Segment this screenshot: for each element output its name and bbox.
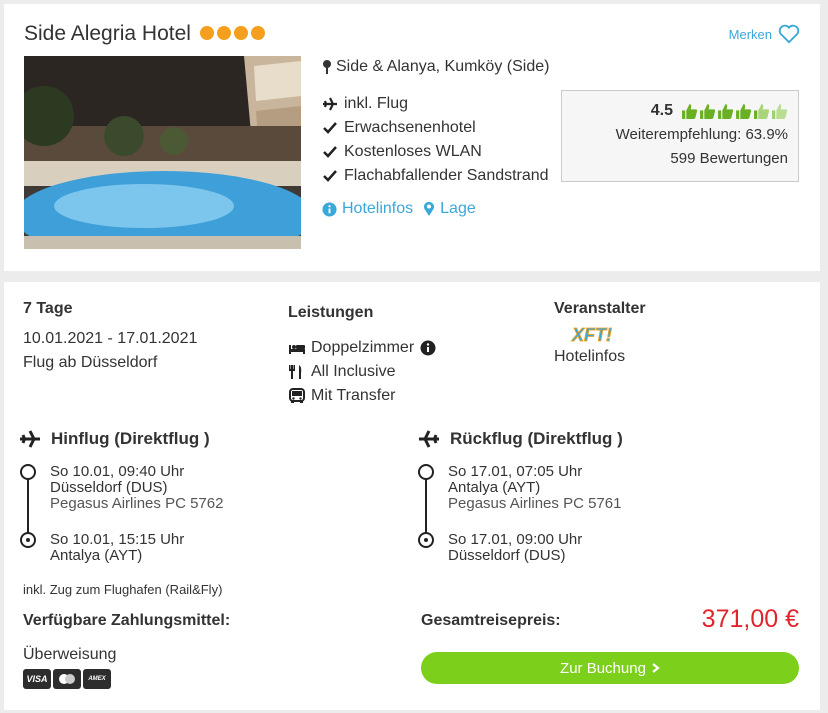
mastercard-icon: [53, 669, 81, 689]
rating-score: 4.5: [650, 102, 673, 119]
veranstalter-logo: XFT!: [571, 325, 613, 346]
feature-item: Erwachsenenhotel: [322, 116, 549, 140]
thumb-up-icon: [736, 103, 752, 119]
hotel-links: Hotelinfos Lage: [322, 200, 476, 218]
location-text: Side & Alanya, Kumköy (Side): [336, 58, 550, 75]
info-icon: [322, 201, 337, 217]
check-icon: [323, 146, 337, 158]
rueckflug-title: Rückflug (Direktflug ): [450, 429, 623, 448]
thumb-up-empty-icon: [772, 103, 788, 119]
feature-item: inkl. Flug: [322, 92, 549, 116]
leistungen-title: Leistungen: [288, 304, 374, 321]
feature-list: inkl. Flug Erwachsenenhotel Kostenloses …: [322, 92, 549, 188]
thumb-up-icon: [682, 103, 698, 119]
star-icon: [234, 26, 248, 40]
cutlery-icon: [289, 365, 302, 379]
timeline-end-icon: [418, 532, 434, 548]
amex-card-icon: AMEX: [83, 669, 111, 689]
hotel-card: Side Alegria Hotel Merken Side & Alanya,…: [4, 4, 820, 271]
review-count: 599 Bewertungen: [670, 150, 788, 167]
star-icon: [200, 26, 214, 40]
plane-icon: [323, 97, 337, 111]
plane-icon: [419, 430, 439, 448]
leistung-item: Mit Transfer: [288, 384, 437, 408]
hinflug-departure: So 10.01, 09:40 Uhr Düsseldorf (DUS) Peg…: [50, 463, 224, 512]
offer-card: 7 Tage 10.01.2021 - 17.01.2021 Flug ab D…: [4, 282, 820, 710]
veranstalter-logo-text: XFT!: [571, 325, 612, 345]
feature-item: Flachabfallender Sandstrand: [322, 164, 549, 188]
lage-link[interactable]: Lage: [423, 200, 476, 218]
hinflug-title: Hinflug (Direktflug ): [51, 429, 210, 448]
hotel-name[interactable]: Side Alegria Hotel: [24, 22, 191, 46]
check-icon: [323, 170, 337, 182]
info-icon[interactable]: [419, 340, 437, 356]
timeline-start-icon: [20, 464, 36, 480]
total-price-label: Gesamtreisepreis:: [421, 612, 561, 629]
payment-cards: VISA AMEX: [23, 669, 111, 689]
leistung-item: Doppelzimmer: [288, 336, 437, 360]
rating-thumbs: [681, 103, 788, 120]
merken-label: Merken: [728, 26, 772, 42]
hinflug-arrival: So 10.01, 15:15 Uhr Antalya (AYT): [50, 531, 185, 564]
check-icon: [323, 122, 337, 134]
trip-dates: 10.01.2021 - 17.01.2021: [23, 330, 198, 347]
bus-icon: [289, 388, 305, 403]
rating-box[interactable]: 4.5 Weiterempfehlung: 63.9% 599 Bewertun…: [561, 90, 799, 182]
departure-city: Flug ab Düsseldorf: [23, 354, 158, 371]
heart-icon: [778, 24, 800, 44]
veranstalter-hotelinfos-link[interactable]: Hotelinfos: [554, 348, 625, 366]
chevron-right-icon: [652, 663, 660, 673]
rueckflug-arrival: So 17.01, 09:00 Uhr Düsseldorf (DUS): [448, 531, 583, 564]
leistungen-list: Doppelzimmer All Inclusive Mit Transfer: [288, 336, 437, 408]
rueckflug-timeline: [416, 464, 436, 554]
payment-method: Überweisung: [23, 646, 117, 663]
timeline-end-icon: [20, 532, 36, 548]
bed-icon: [289, 345, 305, 354]
leistung-item: All Inclusive: [288, 360, 437, 384]
plane-icon: [20, 430, 40, 448]
hotelinfos-link[interactable]: Hotelinfos: [322, 200, 413, 218]
rail-fly-note: inkl. Zug zum Flughafen (Rail&Fly): [23, 582, 223, 597]
hinflug-timeline: [18, 464, 38, 554]
feature-item: Kostenloses WLAN: [322, 140, 549, 164]
star-icon: [251, 26, 265, 40]
map-marker-icon: [424, 201, 435, 216]
total-price: 371,00 €: [701, 605, 799, 633]
veranstalter-title: Veranstalter: [554, 300, 646, 317]
star-icon: [217, 26, 231, 40]
visa-card-icon: VISA: [23, 669, 51, 689]
hotel-photo[interactable]: [24, 56, 301, 249]
rueckflug-departure: So 17.01, 07:05 Uhr Antalya (AYT) Pegasu…: [448, 463, 622, 512]
hotel-stars: [200, 26, 265, 40]
payment-title: Verfügbare Zahlungsmittel:: [23, 612, 231, 629]
thumb-up-icon: [700, 103, 716, 119]
hotel-location: Side & Alanya, Kumköy (Side): [322, 58, 549, 76]
timeline-start-icon: [418, 464, 434, 480]
map-pin-icon: [323, 60, 331, 74]
booking-button-label: Zur Buchung: [560, 659, 646, 677]
hinflug-header: Hinflug (Direktflug ): [19, 429, 210, 449]
trip-duration: 7 Tage: [23, 300, 73, 317]
booking-button[interactable]: Zur Buchung: [421, 652, 799, 684]
thumb-up-icon: [718, 103, 734, 119]
recommendation-text: Weiterempfehlung: 63.9%: [615, 126, 788, 143]
thumb-up-half-icon: [754, 103, 770, 119]
rueckflug-header: Rückflug (Direktflug ): [418, 429, 623, 449]
merken-button[interactable]: Merken: [729, 24, 800, 44]
